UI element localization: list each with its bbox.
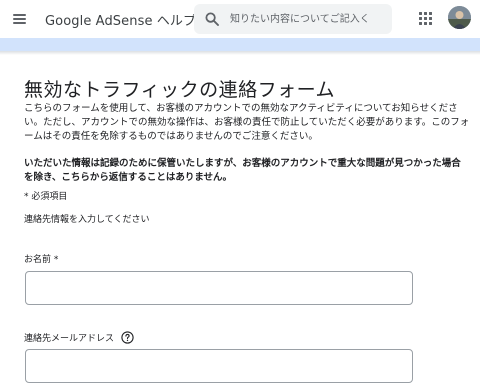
help-icon[interactable]: [121, 331, 134, 344]
section-heading: 連絡先情報を入力してください: [24, 215, 150, 225]
intro-text: こちらのフォームを使用して、お客様のアカウントでの無効なアクティビティについてお…: [24, 103, 470, 142]
search-bar[interactable]: [194, 4, 392, 34]
search-input[interactable]: [230, 4, 386, 34]
required-note: * 必須項目: [24, 192, 68, 202]
name-label: お名前 *: [24, 252, 58, 265]
search-icon[interactable]: [205, 12, 219, 26]
email-label: 連絡先メールアドレス: [24, 331, 134, 344]
name-label-text: お名前 *: [24, 255, 59, 265]
email-field[interactable]: [25, 349, 413, 383]
avatar[interactable]: [448, 6, 471, 29]
notice-text: いただいた情報は記録のために保管いたしますが、お客様のアカウントで重大な問題が見…: [24, 158, 461, 183]
name-field[interactable]: [25, 271, 413, 305]
page-title: 無効なトラフィックの連絡フォーム: [24, 79, 336, 101]
top-app-bar: Google AdSense ヘルプ: [0, 0, 480, 38]
header-shadow: [0, 51, 480, 55]
avatar-image: [448, 6, 471, 29]
menu-icon[interactable]: [11, 10, 29, 28]
email-label-text: 連絡先メールアドレス: [24, 334, 115, 344]
apps-icon[interactable]: [418, 11, 434, 27]
header-band: [0, 38, 480, 51]
app-title[interactable]: Google AdSense ヘルプ: [45, 10, 196, 29]
